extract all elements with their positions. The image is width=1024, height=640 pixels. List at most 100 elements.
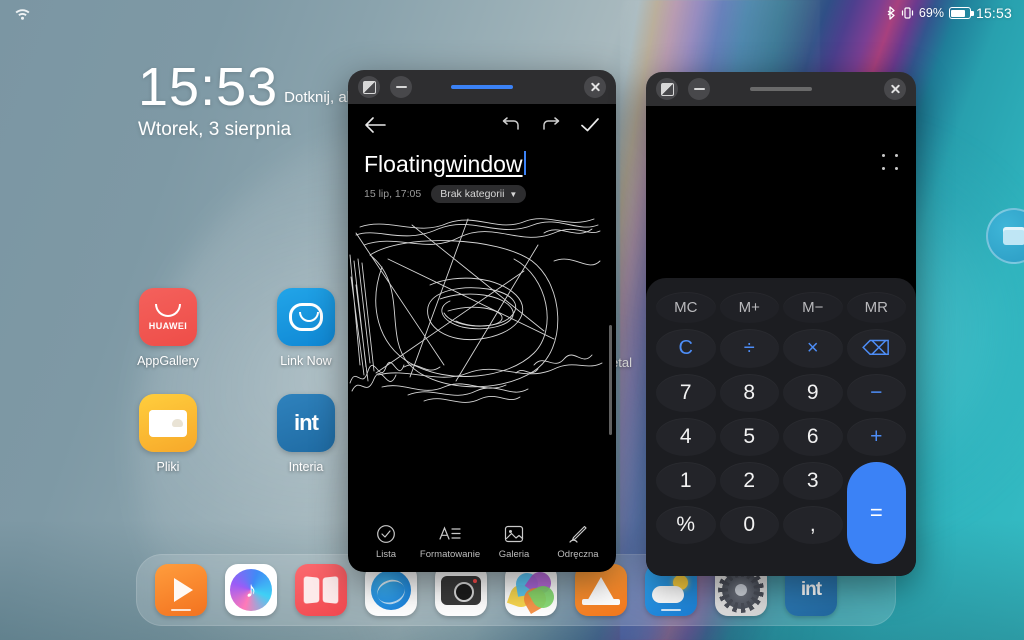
window-drag-handle[interactable] bbox=[451, 85, 513, 89]
undo-icon[interactable] bbox=[500, 117, 522, 133]
note-meta: 15 lip, 17:05 Brak kategorii ▼ bbox=[348, 178, 616, 203]
status-bar-left bbox=[14, 6, 31, 21]
dock-item-music[interactable]: ♪ bbox=[225, 564, 277, 616]
link-now-icon bbox=[277, 288, 335, 346]
note-tool-label: Odręczna bbox=[557, 549, 599, 560]
home-app-grid: HUAWEI AppGallery Link Now Pliki int Int… bbox=[137, 288, 336, 500]
notes-window-body: Floating window 15 lip, 17:05 Brak kateg… bbox=[348, 104, 616, 572]
handwriting-icon bbox=[569, 525, 587, 543]
calc-key-3[interactable]: 3 bbox=[783, 462, 843, 500]
dock-item-video-player[interactable] bbox=[155, 564, 207, 616]
calc-key-4[interactable]: 4 bbox=[656, 418, 716, 456]
home-app-row: Pliki int Interia bbox=[138, 394, 336, 474]
handwritten-scribble bbox=[349, 218, 603, 403]
clock-widget-row: 15:53 Dotknij, aby d bbox=[138, 57, 375, 117]
text-cursor bbox=[523, 151, 526, 175]
interia-icon: int bbox=[277, 394, 335, 452]
notes-floating-window[interactable]: Floating window 15 lip, 17:05 Brak kateg… bbox=[348, 70, 616, 572]
calc-key-2[interactable]: 2 bbox=[719, 462, 779, 500]
appgallery-icon: HUAWEI bbox=[139, 288, 197, 346]
maximize-icon[interactable] bbox=[358, 76, 380, 98]
calculator-floating-window[interactable]: MC M+ M− MR C ÷ × ⌫ 7 8 9− 4 5 6 +1 2 3 =% 0, bbox=[646, 72, 916, 576]
appgallery-smile-shape bbox=[155, 303, 181, 317]
calc-key-0[interactable]: 0 bbox=[719, 506, 779, 544]
vibrate-icon bbox=[901, 7, 914, 19]
note-tool-label: Galeria bbox=[498, 549, 530, 560]
window-drag-handle[interactable] bbox=[750, 87, 812, 91]
calc-key-MR[interactable]: MR bbox=[846, 292, 906, 323]
calc-key-1[interactable]: 1 bbox=[656, 462, 716, 500]
close-icon[interactable] bbox=[584, 76, 606, 98]
minimize-icon[interactable] bbox=[390, 76, 412, 98]
dock-item-books[interactable] bbox=[295, 564, 347, 616]
note-tool-label: Lista bbox=[375, 549, 397, 560]
calculator-window-titlebar[interactable] bbox=[646, 72, 916, 106]
calc-key-%[interactable]: % bbox=[656, 506, 716, 544]
calc-key-×[interactable]: × bbox=[783, 329, 843, 368]
calc-key-8[interactable]: 8 bbox=[719, 374, 779, 412]
minimize-icon[interactable] bbox=[688, 78, 710, 100]
image-icon bbox=[504, 525, 524, 543]
notes-window-titlebar[interactable] bbox=[348, 70, 616, 104]
home-app-link-now[interactable]: Link Now bbox=[276, 288, 336, 368]
clock-widget[interactable]: 15:53 Dotknij, aby d Wtorek, 3 sierpnia bbox=[138, 57, 375, 141]
back-arrow-icon[interactable] bbox=[364, 114, 386, 136]
bluetooth-icon bbox=[887, 6, 895, 20]
calc-key-÷[interactable]: ÷ bbox=[719, 329, 779, 368]
maximize-icon[interactable] bbox=[656, 78, 678, 100]
note-tool-galeria[interactable]: Galeria bbox=[485, 524, 543, 560]
calc-key-C[interactable]: C bbox=[656, 329, 716, 368]
note-scrollbar[interactable] bbox=[609, 325, 612, 435]
note-drawing-canvas[interactable] bbox=[348, 215, 616, 515]
status-bar-clock: 15:53 bbox=[975, 5, 1012, 21]
calc-key-⌫[interactable]: ⌫ bbox=[846, 329, 906, 368]
note-tool-odreczna[interactable]: Odręczna bbox=[549, 524, 607, 560]
calc-key-,[interactable]: , bbox=[783, 506, 843, 544]
calculator-keypad: MC M+ M− MR C ÷ × ⌫ 7 8 9− 4 5 6 +1 2 3 =% 0, bbox=[646, 278, 916, 576]
note-bottom-toolbar: Lista Formatowanie Galeria Odręczna bbox=[348, 516, 616, 572]
note-title-underlined: window bbox=[445, 151, 523, 177]
home-app-label: Pliki bbox=[156, 460, 180, 474]
interia-brand-text: int bbox=[800, 579, 822, 600]
note-category-label: Brak kategorii bbox=[440, 188, 505, 200]
clock-widget-date: Wtorek, 3 sierpnia bbox=[138, 119, 292, 141]
wifi-icon bbox=[15, 8, 30, 20]
battery-icon bbox=[948, 7, 974, 19]
note-date: 15 lip, 17:05 bbox=[364, 188, 422, 200]
close-icon[interactable] bbox=[884, 78, 906, 100]
calculator-display[interactable] bbox=[646, 106, 916, 278]
clock-widget-time: 15:53 bbox=[138, 57, 279, 117]
calc-key-7[interactable]: 7 bbox=[656, 374, 716, 412]
device-screen: 69% 15:53 15:53 Dotknij, aby d Wtorek, 3… bbox=[0, 0, 1024, 640]
note-title[interactable]: Floating window bbox=[348, 140, 616, 178]
calc-key-+[interactable]: + bbox=[846, 418, 906, 456]
calc-key-M+[interactable]: M+ bbox=[719, 292, 779, 323]
note-tool-lista[interactable]: Lista bbox=[357, 524, 415, 560]
status-bar: 69% 15:53 bbox=[0, 0, 1024, 26]
home-app-interia[interactable]: int Interia bbox=[276, 394, 336, 474]
note-tool-formatowanie[interactable]: Formatowanie bbox=[419, 524, 481, 560]
calc-key-=[interactable]: = bbox=[846, 462, 906, 564]
note-tool-label: Formatowanie bbox=[419, 549, 481, 560]
checkmark-icon[interactable] bbox=[580, 117, 600, 133]
calc-key-MC[interactable]: MC bbox=[656, 292, 716, 323]
interia-brand-text: int bbox=[294, 410, 319, 435]
files-icon bbox=[139, 394, 197, 452]
redo-icon[interactable] bbox=[540, 117, 562, 133]
note-category-dropdown[interactable]: Brak kategorii ▼ bbox=[431, 185, 527, 203]
formatting-icon bbox=[439, 526, 461, 540]
home-app-pliki[interactable]: Pliki bbox=[138, 394, 198, 474]
calc-key-6[interactable]: 6 bbox=[783, 418, 843, 456]
home-app-label: AppGallery bbox=[137, 354, 199, 368]
calc-key-9[interactable]: 9 bbox=[783, 374, 843, 412]
home-app-label: Interia bbox=[288, 460, 324, 474]
appgallery-brand-text: HUAWEI bbox=[148, 320, 188, 331]
home-app-appgallery[interactable]: HUAWEI AppGallery bbox=[137, 288, 199, 368]
note-title-plain: Floating bbox=[364, 151, 446, 177]
home-app-label: Link Now bbox=[280, 354, 332, 368]
calc-key-−[interactable]: − bbox=[846, 374, 906, 412]
chevron-down-icon: ▼ bbox=[509, 189, 518, 199]
calc-key-5[interactable]: 5 bbox=[719, 418, 779, 456]
calc-key-M−[interactable]: M− bbox=[783, 292, 843, 323]
four-dot-grid-icon[interactable] bbox=[882, 154, 898, 170]
